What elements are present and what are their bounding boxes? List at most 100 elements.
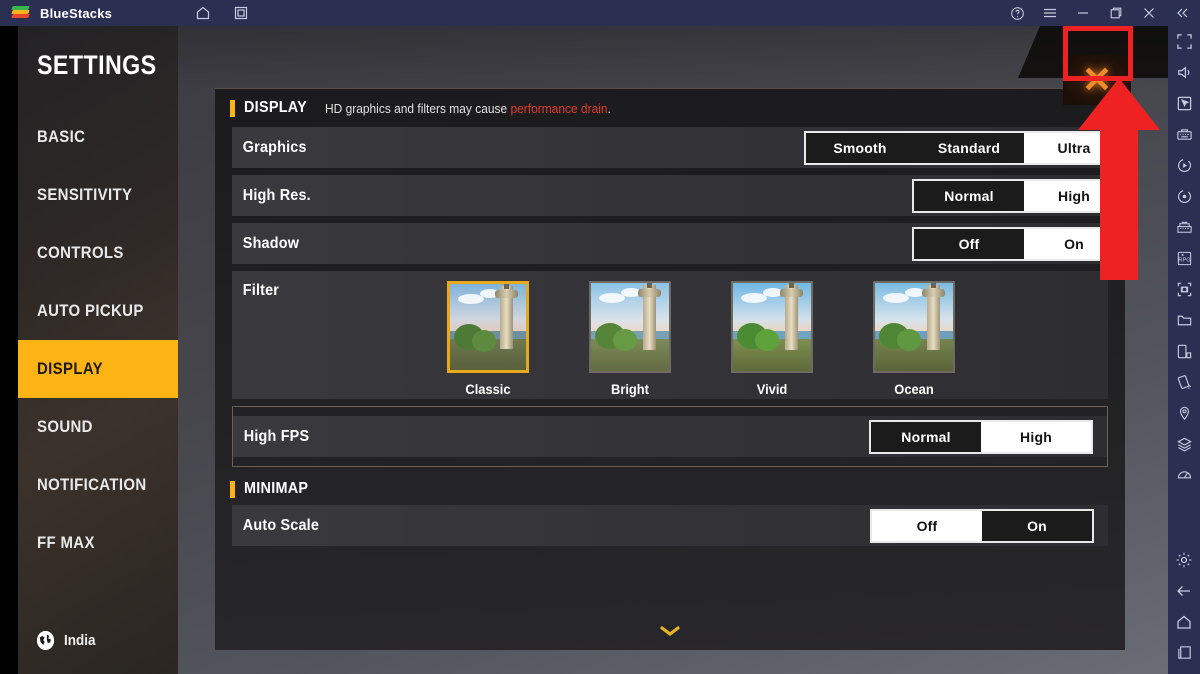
row-label: High Res.: [242, 186, 311, 204]
sidebar-item-label: NOTIFICATION: [37, 475, 147, 494]
display-section-header: DISPLAY HD graphics and filters may caus…: [215, 89, 1125, 127]
sidebar-item-notification[interactable]: NOTIFICATION: [18, 456, 178, 514]
row-label: Shadow: [242, 234, 300, 252]
setting-row-graphics: Graphics Smooth Standard Ultra: [232, 127, 1126, 168]
filter-thumbnail: [447, 281, 529, 373]
setting-row-high-fps: High FPS Normal High: [233, 416, 1107, 457]
section-accent-bar: [230, 480, 235, 498]
gamepad-icon[interactable]: [1168, 460, 1200, 491]
minimap-title: MINIMAP: [244, 480, 309, 497]
annotation-highlight-box: [1063, 26, 1133, 81]
region-selector[interactable]: India: [37, 631, 99, 650]
filter-option-bright[interactable]: Bright: [589, 281, 671, 397]
region-label: India: [64, 632, 96, 649]
record-icon[interactable]: [1168, 181, 1200, 212]
setting-row-auto-scale: Auto Scale Off On: [232, 505, 1108, 546]
sidebar-item-label: FF MAX: [37, 533, 95, 552]
app-title: BlueStacks: [40, 5, 113, 21]
filter-thumbnail: [589, 281, 671, 373]
sidebar-item-display[interactable]: DISPLAY: [18, 340, 178, 398]
filter-option-classic[interactable]: Classic: [447, 281, 529, 397]
auto-scale-segmented-control[interactable]: Off On: [870, 508, 1094, 543]
bluestacks-sidebar-toolbar: RPG: [1168, 26, 1200, 674]
row-label: Auto Scale: [242, 516, 320, 534]
display-settings-content: DISPLAY HD graphics and filters may caus…: [215, 88, 1126, 650]
setting-row-shadow: Shadow Off On: [232, 223, 1126, 264]
settings-gear-icon[interactable]: [1168, 544, 1200, 575]
sidebar-item-basic[interactable]: BASIC: [18, 108, 178, 166]
section-accent-bar: [230, 99, 235, 117]
menu-icon[interactable]: [1042, 5, 1058, 21]
recents-icon[interactable]: [1168, 637, 1200, 668]
auto-scale-option-on[interactable]: On: [982, 511, 1092, 541]
home-icon[interactable]: [195, 5, 211, 21]
macro-play-icon[interactable]: [1168, 150, 1200, 181]
media-folder-icon[interactable]: [1168, 305, 1200, 336]
volume-icon[interactable]: [1168, 57, 1200, 88]
minimize-icon[interactable]: [1075, 5, 1091, 21]
high-res-option-normal[interactable]: Normal: [914, 181, 1024, 211]
keymapping-icon[interactable]: [1168, 119, 1200, 150]
high-fps-option-normal[interactable]: Normal: [871, 422, 981, 452]
chevron-down-icon[interactable]: [659, 624, 681, 642]
sidebar-item-auto-pickup[interactable]: AUTO PICKUP: [18, 282, 178, 340]
page-title: SETTINGS: [37, 50, 157, 80]
filter-label: Classic: [465, 381, 511, 397]
sidebar-item-label: AUTO PICKUP: [37, 301, 144, 320]
section-note-warning: performance drain: [510, 100, 608, 116]
settings-menu: BASIC SENSITIVITY CONTROLS AUTO PICKUP D…: [18, 108, 178, 572]
setting-row-high-res: High Res. Normal High: [232, 175, 1126, 216]
location-icon[interactable]: [1168, 398, 1200, 429]
setting-row-filter: Filter Classic Bright Vivid Ocean: [232, 271, 1108, 399]
back-icon[interactable]: [1168, 575, 1200, 606]
annotation-arrow-icon: [1078, 78, 1160, 280]
maximize-icon[interactable]: [1108, 5, 1124, 21]
sidebar-item-sensitivity[interactable]: SENSITIVITY: [18, 166, 178, 224]
sidebar-item-label: SENSITIVITY: [37, 185, 133, 204]
filter-option-ocean[interactable]: Ocean: [873, 281, 955, 397]
shake-icon[interactable]: [1168, 367, 1200, 398]
copy-to-phone-icon[interactable]: [1168, 336, 1200, 367]
close-icon[interactable]: [1141, 5, 1157, 21]
graphics-option-smooth[interactable]: Smooth: [806, 133, 914, 163]
help-icon[interactable]: [1009, 5, 1025, 21]
shadow-option-off[interactable]: Off: [914, 229, 1024, 259]
globe-icon: [37, 631, 55, 650]
high-fps-block: High FPS Normal High: [232, 406, 1108, 467]
multi-instance-manager-icon[interactable]: [1168, 212, 1200, 243]
home-icon[interactable]: [1168, 606, 1200, 637]
filter-label: Bright: [611, 381, 649, 397]
section-title: DISPLAY: [244, 99, 307, 116]
rpg-mode-icon[interactable]: RPG: [1168, 243, 1200, 274]
screenshot-icon[interactable]: [1168, 274, 1200, 305]
settings-panel: SETTINGS BASIC SENSITIVITY CONTROLS AUTO…: [18, 26, 1168, 674]
display-rows: Graphics Smooth Standard Ultra High Res.…: [215, 127, 1126, 399]
viewport-letterbox: [0, 26, 18, 674]
settings-sidebar: SETTINGS BASIC SENSITIVITY CONTROLS AUTO…: [18, 26, 178, 674]
high-fps-option-high[interactable]: High: [981, 421, 1091, 452]
filter-thumbnail: [873, 281, 955, 373]
collapse-sidebar-icon[interactable]: [1174, 5, 1190, 21]
section-note: HD graphics and filters may cause perfor…: [325, 101, 611, 116]
fullscreen-icon[interactable]: [1168, 26, 1200, 57]
auto-scale-option-off[interactable]: Off: [872, 510, 982, 541]
panel-top-shadow: [36, 26, 1168, 88]
section-note-end: .: [607, 100, 611, 116]
filter-thumbnail: [731, 281, 813, 373]
bluestacks-logo-icon: [10, 2, 32, 24]
row-label: Filter: [242, 282, 280, 299]
layers-icon[interactable]: [1168, 429, 1200, 460]
multi-instance-icon[interactable]: [233, 5, 249, 21]
section-note-text: HD graphics and filters may cause: [324, 100, 511, 116]
pointer-icon[interactable]: [1168, 88, 1200, 119]
high-fps-segmented-control[interactable]: Normal High: [869, 419, 1093, 454]
filter-options: Classic Bright Vivid Ocean: [447, 281, 955, 397]
svg-text:RPG: RPG: [1178, 258, 1190, 264]
sidebar-item-label: DISPLAY: [37, 359, 103, 378]
sidebar-item-controls[interactable]: CONTROLS: [18, 224, 178, 282]
filter-label: Ocean: [894, 381, 934, 397]
graphics-option-standard[interactable]: Standard: [914, 133, 1024, 163]
filter-option-vivid[interactable]: Vivid: [731, 281, 813, 397]
sidebar-item-sound[interactable]: SOUND: [18, 398, 178, 456]
sidebar-item-ff-max[interactable]: FF MAX: [18, 514, 178, 572]
